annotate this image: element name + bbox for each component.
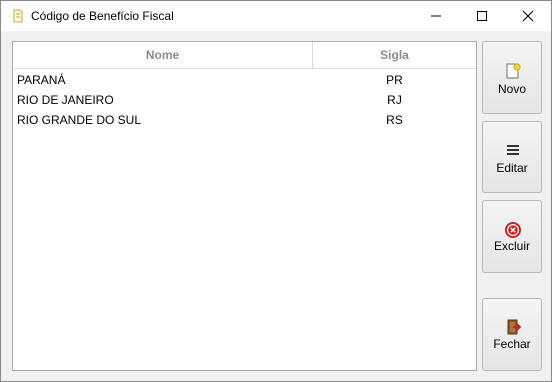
excluir-label: Excluir xyxy=(493,239,530,253)
column-header-nome[interactable]: Nome xyxy=(13,42,313,69)
new-document-icon xyxy=(504,62,522,80)
document-icon xyxy=(11,9,25,23)
minimize-button[interactable] xyxy=(413,1,459,31)
cell-sigla: RJ xyxy=(387,93,402,107)
excluir-button[interactable]: Excluir xyxy=(482,200,542,273)
exit-door-icon xyxy=(504,318,522,336)
editar-label: Editar xyxy=(496,161,528,175)
delete-icon xyxy=(504,221,522,239)
minimize-icon xyxy=(431,15,441,17)
app-window: Código de Benefício Fiscal Nome Sigla PA… xyxy=(0,0,552,382)
close-button[interactable] xyxy=(505,1,551,31)
list-icon xyxy=(504,141,522,159)
editar-button[interactable]: Editar xyxy=(482,121,542,193)
table-row[interactable]: PARANÁ PR xyxy=(13,70,476,90)
cell-sigla: RS xyxy=(386,113,403,127)
title-bar: Código de Benefício Fiscal xyxy=(1,1,551,31)
maximize-icon xyxy=(477,11,487,21)
table-row[interactable]: RIO DE JANEIRO RJ xyxy=(13,90,476,110)
table-row[interactable]: RIO GRANDE DO SUL RS xyxy=(13,110,476,130)
novo-button[interactable]: Novo xyxy=(482,41,542,114)
fechar-button[interactable]: Fechar xyxy=(482,298,542,371)
window-title: Código de Benefício Fiscal xyxy=(31,9,174,23)
data-grid[interactable]: Nome Sigla PARANÁ PR RIO DE JANEIRO RJ R… xyxy=(12,41,477,371)
fechar-label: Fechar xyxy=(493,337,531,351)
novo-label: Novo xyxy=(497,82,526,96)
grid-header: Nome Sigla xyxy=(13,42,476,69)
cell-nome: PARANÁ xyxy=(17,73,66,87)
cell-sigla: PR xyxy=(386,73,403,87)
cell-nome: RIO DE JANEIRO xyxy=(17,93,114,107)
maximize-button[interactable] xyxy=(459,1,505,31)
cell-nome: RIO GRANDE DO SUL xyxy=(17,113,142,127)
column-header-sigla[interactable]: Sigla xyxy=(313,42,476,69)
close-icon xyxy=(522,10,534,22)
